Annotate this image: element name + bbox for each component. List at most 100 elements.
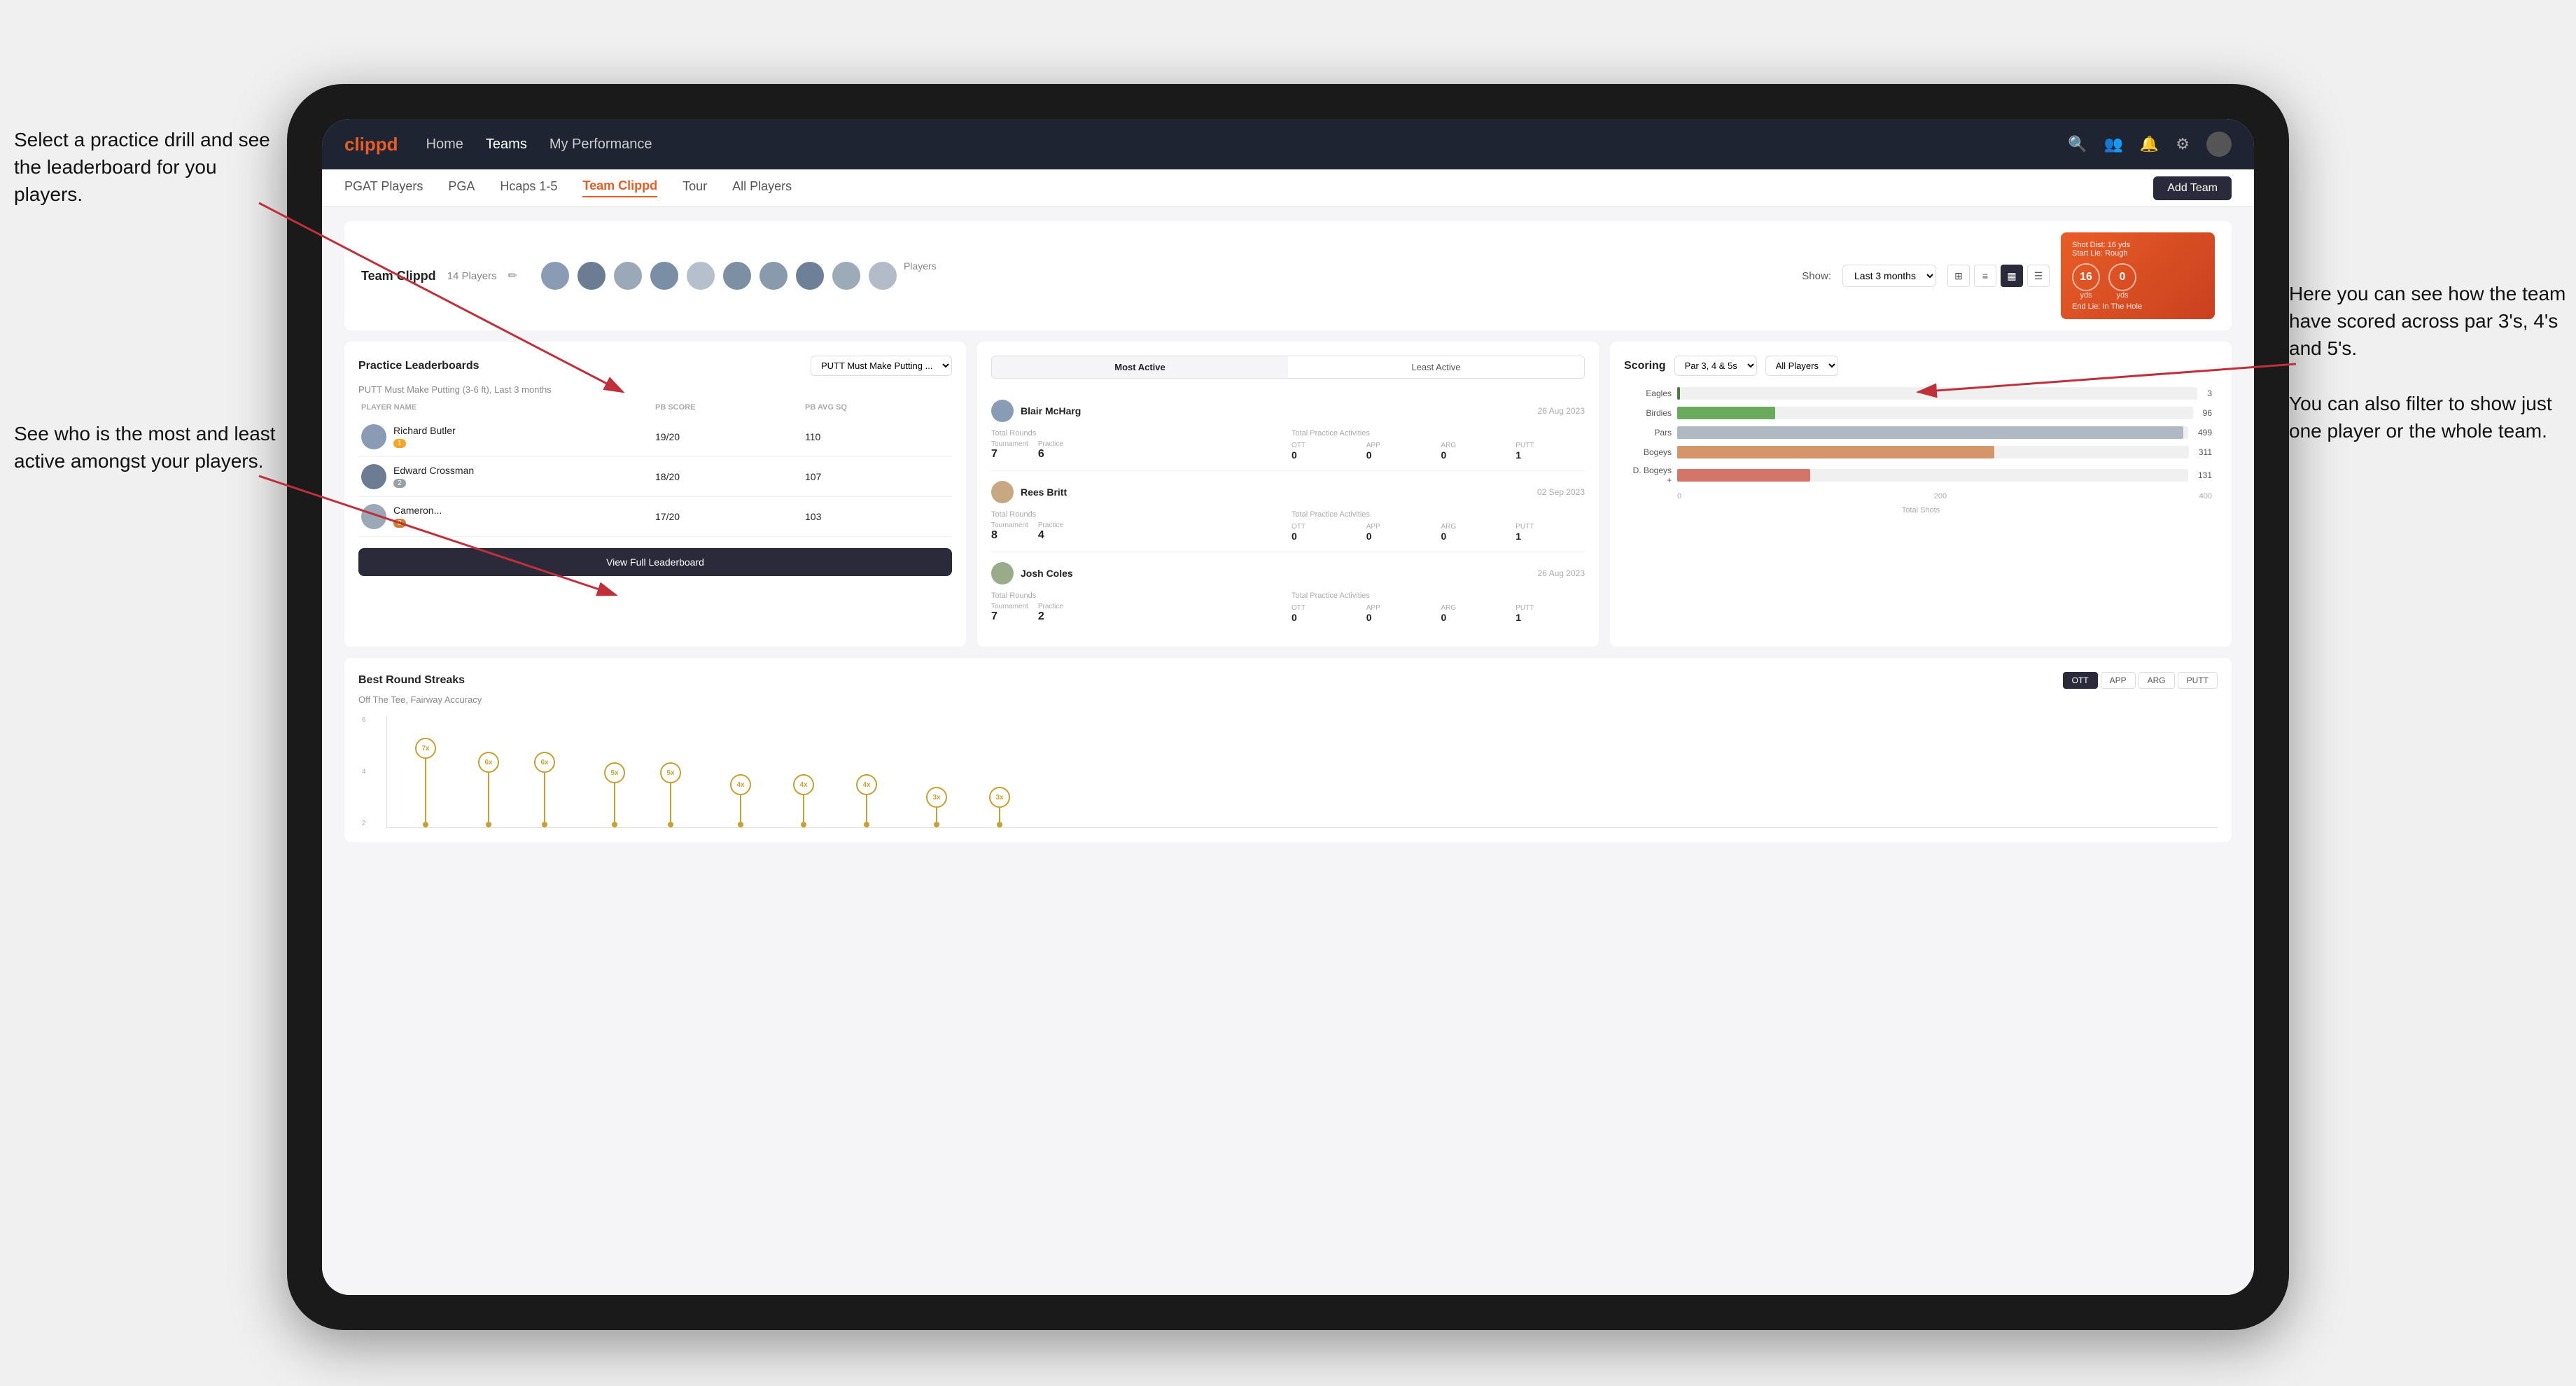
- subnav-pga[interactable]: PGA: [448, 179, 475, 197]
- leaderboard-table-header: PLAYER NAME PB SCORE PB AVG SQ: [358, 403, 952, 412]
- player-avatar[interactable]: [540, 260, 570, 291]
- subnav-pgat[interactable]: PGAT Players: [344, 179, 423, 197]
- x-axis-200: 200: [1934, 492, 1947, 500]
- player-avatar[interactable]: [794, 260, 825, 291]
- activity-player-row: Josh Coles 26 Aug 2023 Total Rounds Tour…: [991, 552, 1585, 633]
- tab-most-active[interactable]: Most Active: [992, 356, 1288, 378]
- search-icon[interactable]: 🔍: [2068, 135, 2087, 153]
- bar-label-bogeys: Bogeys: [1630, 447, 1672, 457]
- tab-least-active[interactable]: Least Active: [1288, 356, 1584, 378]
- streaks-btn-arg[interactable]: ARG: [2138, 672, 2175, 689]
- bar-val-pars: 499: [2198, 428, 2212, 438]
- activity-player-avatar: [991, 562, 1014, 584]
- total-rounds-values: Tournament 7 Practice 6: [991, 440, 1284, 461]
- user-avatar[interactable]: [2206, 132, 2232, 157]
- annotation-bottom-left: See who is the most and least active amo…: [14, 420, 280, 475]
- edit-icon[interactable]: ✏: [508, 269, 517, 283]
- streaks-btn-putt[interactable]: PUTT: [2178, 672, 2218, 689]
- team-avatars: Players: [540, 260, 937, 291]
- player-avatar[interactable]: [867, 260, 898, 291]
- scoring-header: Scoring Par 3, 4 & 5s All Players: [1624, 356, 2218, 376]
- annotation-top-left: Select a practice drill and see the lead…: [14, 126, 280, 209]
- subnav-all-players[interactable]: All Players: [732, 179, 792, 197]
- card-view-button[interactable]: ▦: [2001, 265, 2023, 287]
- streak-pin: 4x: [856, 774, 877, 827]
- subnav-team-clippd[interactable]: Team Clippd: [582, 178, 657, 197]
- lb-avg-sq-3: 103: [805, 511, 949, 522]
- tournament-stat: Tournament 8: [991, 522, 1028, 542]
- practice-val: 2: [1038, 610, 1063, 623]
- nav-my-performance[interactable]: My Performance: [550, 136, 652, 153]
- streak-stem: [544, 773, 545, 822]
- practice-stat: Practice 6: [1038, 440, 1063, 461]
- y-axis-label: 2: [362, 820, 366, 827]
- player-avatar[interactable]: [685, 260, 716, 291]
- bar-fill-eagles: [1677, 387, 1680, 400]
- leaderboard-row: Cameron... 3 17/20 103: [358, 497, 952, 537]
- team-player-count: 14 Players: [447, 270, 497, 282]
- practice-sub-stats: OTT 0 APP 0 ARG 0: [1292, 442, 1585, 461]
- player-avatar[interactable]: [612, 260, 643, 291]
- grid-view-button[interactable]: ⊞: [1947, 265, 1970, 287]
- player-avatar[interactable]: [758, 260, 789, 291]
- lb-badge-3: 3: [393, 519, 406, 528]
- shot-dist-label: Shot Dist: 16 yds: [2072, 241, 2130, 249]
- lb-avatar-1: [361, 424, 386, 449]
- streaks-btn-app[interactable]: APP: [2101, 672, 2136, 689]
- streak-pin: 4x: [730, 774, 751, 827]
- bar-label-eagles: Eagles: [1630, 388, 1672, 398]
- lb-score-2: 18/20: [655, 471, 799, 482]
- bar-val-bogeys: 311: [2199, 447, 2212, 457]
- players-label: Players: [904, 260, 937, 291]
- streak-dot: [738, 822, 743, 827]
- putt-stat: PUTT 1: [1516, 442, 1585, 461]
- activity-player-date: 02 Sep 2023: [1537, 487, 1585, 497]
- y-axis-label: 6: [362, 716, 366, 724]
- subnav-tour[interactable]: Tour: [682, 179, 707, 197]
- team-header: Team Clippd 14 Players ✏ Players: [344, 221, 2232, 330]
- streaks-title: Best Round Streaks: [358, 674, 465, 687]
- streak-circle: 4x: [856, 774, 877, 795]
- scoring-player-filter[interactable]: All Players: [1765, 356, 1838, 376]
- player-avatar[interactable]: [722, 260, 752, 291]
- player-avatar[interactable]: [831, 260, 862, 291]
- nav-teams[interactable]: Teams: [486, 136, 527, 153]
- activity-player-stats: Total Rounds Tournament 7 Practice 2: [991, 592, 1585, 623]
- add-team-button[interactable]: Add Team: [2153, 176, 2232, 200]
- activity-player-name: Blair McHarg: [1021, 405, 1081, 416]
- people-icon[interactable]: 👥: [2104, 135, 2122, 153]
- player-avatar[interactable]: [649, 260, 680, 291]
- streaks-btn-ott[interactable]: OTT: [2063, 672, 2098, 689]
- view-full-leaderboard-button[interactable]: View Full Leaderboard: [358, 548, 952, 576]
- activity-player-header: Josh Coles 26 Aug 2023: [991, 562, 1585, 584]
- app-val: 0: [1366, 449, 1436, 461]
- subnav-hcaps[interactable]: Hcaps 1-5: [500, 179, 557, 197]
- ott-val: 0: [1292, 449, 1361, 461]
- streak-dot: [423, 822, 428, 827]
- table-view-button[interactable]: ≡: [1974, 265, 1996, 287]
- player-avatar[interactable]: [576, 260, 607, 291]
- drill-select[interactable]: PUTT Must Make Putting ...: [811, 356, 952, 376]
- leaderboard-card-header: Practice Leaderboards PUTT Must Make Put…: [358, 356, 952, 376]
- streak-stem: [488, 773, 489, 822]
- nav-home[interactable]: Home: [426, 136, 463, 153]
- list-view-button[interactable]: ☰: [2027, 265, 2050, 287]
- activity-player-row: Blair McHarg 26 Aug 2023 Total Rounds To…: [991, 390, 1585, 471]
- bell-icon[interactable]: 🔔: [2140, 135, 2159, 153]
- ott-val: 0: [1292, 612, 1361, 623]
- main-content: Team Clippd 14 Players ✏ Players: [322, 207, 2254, 1295]
- bar-row-bogeys: Bogeys 311: [1630, 446, 2212, 458]
- show-period-select[interactable]: Last 3 months: [1842, 265, 1936, 287]
- total-rounds-label: Total Rounds: [991, 592, 1284, 600]
- scoring-par-filter[interactable]: Par 3, 4 & 5s: [1674, 356, 1757, 376]
- lb-score-1: 19/20: [655, 431, 799, 442]
- practice-activities-group: Total Practice Activities OTT 0 APP 0: [1292, 429, 1585, 461]
- total-rounds-group: Total Rounds Tournament 7 Practice 2: [991, 592, 1284, 623]
- settings-icon[interactable]: ⚙: [2176, 135, 2190, 153]
- streaks-header: Best Round Streaks OTT APP ARG PUTT: [358, 672, 2218, 689]
- practice-leaderboard-card: Practice Leaderboards PUTT Must Make Put…: [344, 342, 966, 647]
- practice-activities-label: Total Practice Activities: [1292, 429, 1585, 438]
- shot-card: Shot Dist: 16 yds Start Lie: Rough 16 yd…: [2061, 232, 2215, 319]
- streak-dot: [612, 822, 617, 827]
- bar-fill-bogeys: [1677, 446, 1994, 458]
